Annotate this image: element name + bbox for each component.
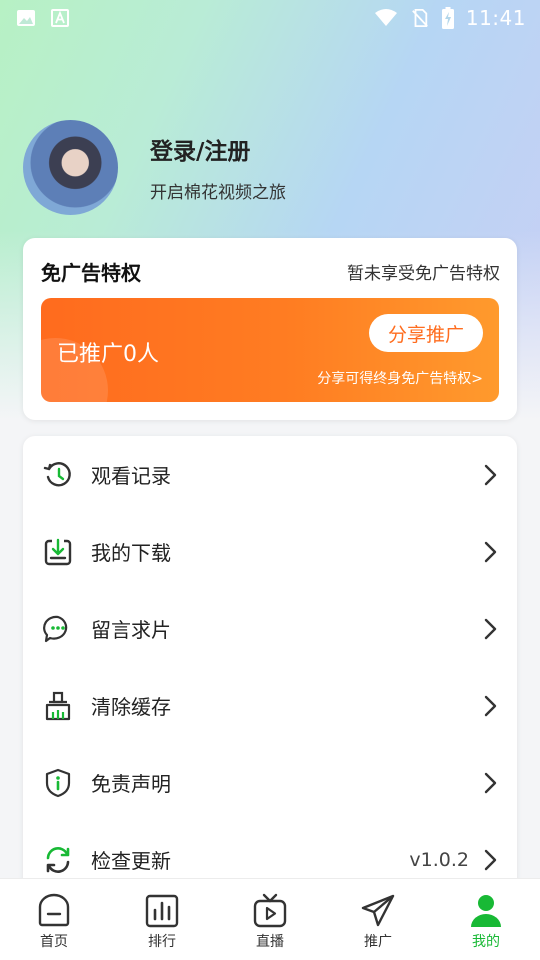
nav-label-ranking: 排行: [148, 934, 176, 950]
history-icon: [43, 460, 73, 490]
login-register-link[interactable]: 登录/注册: [150, 132, 286, 166]
promo-hint-link[interactable]: 分享可得终身免广告特权>: [317, 368, 483, 388]
status-right: 11:41: [374, 6, 526, 30]
nav-label-live: 直播: [256, 934, 284, 950]
nav-tab-promote[interactable]: 推广: [324, 893, 432, 951]
menu-item-request-movie[interactable]: 留言求片: [23, 590, 517, 667]
gallery-icon: [17, 10, 35, 26]
ranking-icon: [145, 894, 179, 928]
profile-subtitle: 开启棉花视频之旅: [150, 183, 286, 203]
promo-banner[interactable]: 已推广0人 分享推广 分享可得终身免广告特权>: [41, 298, 499, 402]
send-icon: [361, 894, 395, 927]
battery-icon: [441, 7, 454, 29]
menu-label-check-update: 检查更新: [91, 849, 171, 873]
tv-icon: [253, 893, 287, 928]
app-version: v1.0.2: [409, 848, 469, 871]
nav-label-mine: 我的: [472, 934, 500, 950]
chevron-right-icon: [484, 464, 497, 485]
status-bar: 11:41: [0, 0, 540, 36]
shield-icon: [43, 768, 73, 798]
profile-header[interactable]: 登录/注册 开启棉花视频之旅: [23, 120, 286, 215]
chevron-right-icon: [484, 541, 497, 562]
menu-label-watch-history: 观看记录: [91, 464, 171, 488]
chevron-right-icon: [484, 618, 497, 639]
chevron-right-icon: [484, 772, 497, 793]
menu-list: 观看记录 我的下载 留言求片 清除缓存 免责声明 检查更新 v1.0.2: [23, 436, 517, 896]
menu-item-clear-cache[interactable]: 清除缓存: [23, 667, 517, 744]
promoted-count: 已推广0人: [57, 342, 159, 367]
menu-label-my-downloads: 我的下载: [91, 541, 171, 565]
avatar[interactable]: [23, 120, 118, 215]
no-sim-icon: [412, 9, 428, 27]
menu-item-disclaimer[interactable]: 免责声明: [23, 744, 517, 821]
menu-item-watch-history[interactable]: 观看记录: [23, 436, 517, 513]
ad-free-header: 免广告特权 暂未享受免广告特权: [23, 238, 517, 304]
home-icon: [38, 893, 70, 927]
wifi-icon: [374, 9, 397, 26]
nav-label-home: 首页: [40, 934, 68, 950]
nav-tab-ranking[interactable]: 排行: [108, 893, 216, 951]
status-time: 11:41: [465, 6, 526, 30]
ad-free-card: 免广告特权 暂未享受免广告特权 已推广0人 分享推广 分享可得终身免广告特权>: [23, 238, 517, 420]
bottom-nav: 首页 排行 直播 推广 我的: [0, 878, 540, 960]
menu-item-my-downloads[interactable]: 我的下载: [23, 513, 517, 590]
menu-label-request-movie: 留言求片: [91, 618, 171, 642]
nav-tab-home[interactable]: 首页: [0, 893, 108, 951]
refresh-icon: [43, 845, 73, 875]
chevron-right-icon: [484, 849, 497, 870]
profile-text: 登录/注册 开启棉花视频之旅: [150, 132, 286, 203]
nav-tab-mine[interactable]: 我的: [432, 893, 540, 951]
app-notification-icon: [51, 9, 69, 27]
ad-free-title: 免广告特权: [41, 260, 141, 285]
menu-label-disclaimer: 免责声明: [91, 772, 171, 796]
menu-label-clear-cache: 清除缓存: [91, 695, 171, 719]
share-promote-button[interactable]: 分享推广: [369, 314, 483, 352]
status-left: [16, 9, 70, 27]
broom-icon: [43, 691, 73, 721]
user-icon: [471, 895, 501, 927]
chevron-right-icon: [484, 695, 497, 716]
message-icon: [43, 614, 73, 644]
nav-tab-live[interactable]: 直播: [216, 893, 324, 951]
ad-free-status: 暂未享受免广告特权: [347, 263, 500, 284]
nav-label-promote: 推广: [364, 934, 392, 950]
download-icon: [43, 537, 73, 567]
